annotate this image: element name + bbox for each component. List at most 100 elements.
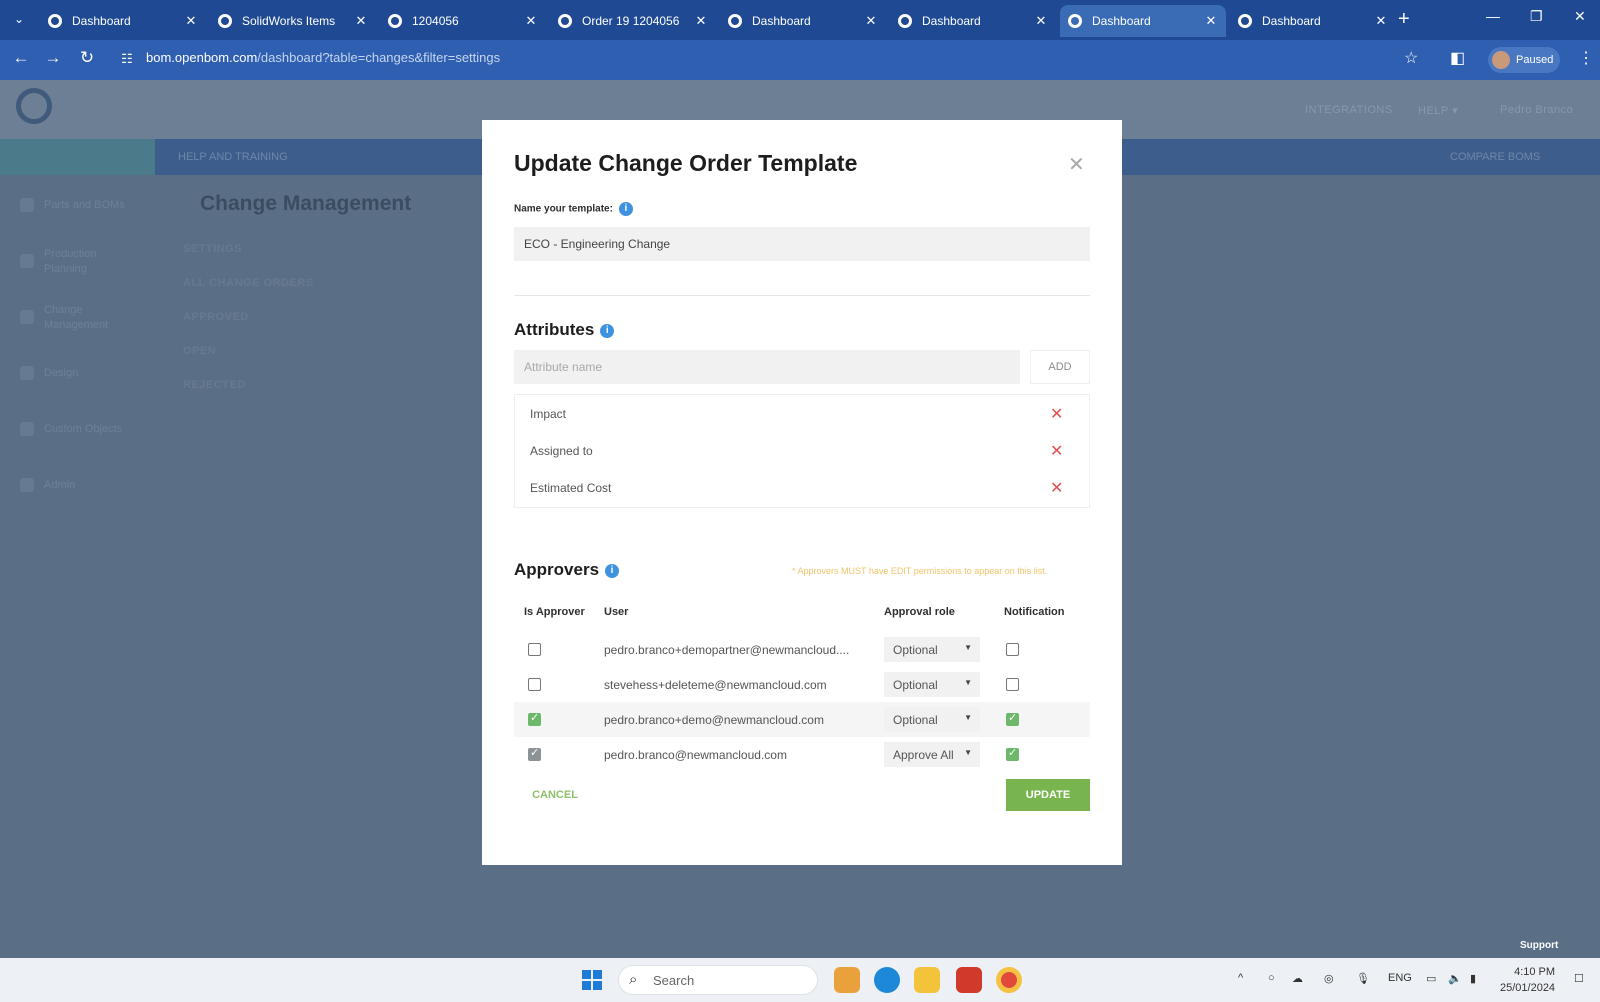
taskbar-search[interactable]: ⌕ Search xyxy=(618,965,818,995)
bookmark-star-icon[interactable]: ☆ xyxy=(1404,48,1418,68)
windows-start-icon[interactable] xyxy=(582,970,602,990)
cancel-button[interactable]: CANCEL xyxy=(514,779,596,811)
sidebar-item-custom-objects[interactable]: Custom Objects xyxy=(44,422,122,437)
address-bar[interactable]: bom.openbom.com/dashboard?table=changes&… xyxy=(146,50,500,65)
approval-role-select[interactable]: Approve All ▼ xyxy=(884,742,980,767)
forward-icon[interactable]: → xyxy=(42,48,64,68)
profile-button[interactable]: Paused xyxy=(1488,47,1560,73)
info-icon[interactable]: i xyxy=(618,202,633,216)
home-tab[interactable] xyxy=(0,139,155,175)
volume-icon[interactable]: 🔈 xyxy=(1448,972,1462,985)
browser-tab[interactable]: 1204056 ✕ xyxy=(380,5,546,37)
notification-checkbox[interactable] xyxy=(1006,746,1019,761)
sidebar-item-parts[interactable]: Parts and BOMs xyxy=(44,198,125,213)
remove-attribute-icon[interactable]: ✕ xyxy=(1050,441,1063,461)
update-button[interactable]: UPDATE xyxy=(1006,779,1090,811)
tab-close-icon[interactable]: ✕ xyxy=(1034,13,1048,29)
close-window-icon[interactable]: ✕ xyxy=(1574,8,1586,25)
support-button[interactable]: Support xyxy=(1520,940,1558,951)
attribute-name-input[interactable] xyxy=(514,350,1020,384)
tab-search-icon[interactable]: ⌄ xyxy=(8,8,30,30)
sidebar-item-change-management[interactable]: Change Management xyxy=(44,303,124,333)
help-menu[interactable]: HELP ▾ xyxy=(1418,104,1458,117)
side-panel-icon[interactable]: ◧ xyxy=(1450,48,1465,68)
tab-label: Dashboard xyxy=(1092,14,1151,28)
add-attribute-button[interactable]: ADD xyxy=(1030,350,1090,384)
approvers-heading: Approvers i xyxy=(514,560,620,580)
table-row: pedro.branco+demo@newmancloud.com Option… xyxy=(514,702,1090,737)
approval-role-select[interactable]: Optional ▼ xyxy=(884,707,980,732)
browser-tab[interactable]: Dashboard ✕ xyxy=(1230,5,1396,37)
nav-settings[interactable]: SETTINGS xyxy=(183,243,242,255)
nav-approved[interactable]: APPROVED xyxy=(183,311,249,323)
tab-close-icon[interactable]: ✕ xyxy=(694,13,708,29)
approval-role-select[interactable]: Optional ▼ xyxy=(884,637,980,662)
remove-attribute-icon[interactable]: ✕ xyxy=(1050,404,1063,424)
notification-checkbox[interactable] xyxy=(1006,678,1019,691)
new-tab-icon[interactable]: + xyxy=(1398,9,1410,29)
file-explorer-icon[interactable] xyxy=(914,967,940,993)
notification-checkbox[interactable] xyxy=(1006,643,1019,656)
caret-down-icon: ▼ xyxy=(964,748,972,757)
sidebar-item-design[interactable]: Design xyxy=(44,366,78,381)
browser-tab[interactable]: Dashboard ✕ xyxy=(1060,5,1226,37)
browser-tab[interactable]: Order 19 1204056 ✕ xyxy=(550,5,716,37)
tray-app-icon[interactable]: ○ xyxy=(1268,972,1275,984)
sidebar-item-planning[interactable]: Production Planning xyxy=(44,247,114,277)
restore-icon[interactable]: ❐ xyxy=(1530,8,1543,25)
info-icon[interactable]: i xyxy=(605,563,620,578)
template-name-input[interactable] xyxy=(514,227,1090,261)
reload-icon[interactable]: ↻ xyxy=(76,48,98,68)
browser-tab[interactable]: Dashboard ✕ xyxy=(40,5,206,37)
nav-all-change-orders[interactable]: ALL CHANGE ORDERS xyxy=(183,277,314,289)
compare-boms-link[interactable]: COMPARE BOMS xyxy=(1450,151,1540,163)
network-icon[interactable]: ▭ xyxy=(1426,972,1436,985)
microphone-icon[interactable]: 🎙 xyxy=(1356,972,1370,985)
tab-close-icon[interactable]: ✕ xyxy=(1204,13,1218,29)
edge-app-icon[interactable] xyxy=(874,967,900,993)
nav-rejected[interactable]: REJECTED xyxy=(183,379,246,391)
battery-icon[interactable]: ▮ xyxy=(1470,972,1476,985)
is-approver-checkbox[interactable] xyxy=(528,678,541,691)
notification-checkbox[interactable] xyxy=(1006,711,1019,726)
tab-close-icon[interactable]: ✕ xyxy=(864,13,878,29)
sidebar-item-admin[interactable]: Admin xyxy=(44,478,75,493)
tray-chrome-icon[interactable]: ◎ xyxy=(1324,972,1334,985)
approver-email: pedro.branco+demo@newmancloud.com xyxy=(604,713,824,727)
onedrive-icon[interactable]: ☁ xyxy=(1292,972,1303,985)
close-icon[interactable]: ✕ xyxy=(1068,152,1085,177)
is-approver-checkbox[interactable] xyxy=(528,746,541,761)
user-menu[interactable]: Pedro Branco xyxy=(1500,104,1573,116)
tray-chevron-icon[interactable]: ^ xyxy=(1238,972,1243,984)
notifications-icon[interactable]: ☐ xyxy=(1574,972,1584,985)
tab-close-icon[interactable]: ✕ xyxy=(354,13,368,29)
solidworks-app-icon[interactable] xyxy=(956,967,982,993)
openbom-logo[interactable] xyxy=(16,88,52,124)
is-approver-checkbox[interactable] xyxy=(528,711,541,726)
profile-label: Paused xyxy=(1516,54,1554,66)
tab-close-icon[interactable]: ✕ xyxy=(184,13,198,29)
language-indicator[interactable]: ENG xyxy=(1388,972,1412,984)
more-menu-icon[interactable]: ⋮ xyxy=(1578,48,1594,68)
nav-open[interactable]: OPEN xyxy=(183,345,216,357)
chrome-app-icon[interactable] xyxy=(996,967,1022,993)
minimize-icon[interactable]: — xyxy=(1486,8,1500,24)
tab-close-icon[interactable]: ✕ xyxy=(1374,13,1388,29)
browser-tab[interactable]: Dashboard ✕ xyxy=(720,5,886,37)
approval-role-select[interactable]: Optional ▼ xyxy=(884,672,980,697)
is-approver-checkbox[interactable] xyxy=(528,643,541,656)
change-icon xyxy=(20,310,34,324)
clock[interactable]: 4:10 PM 25/01/2024 xyxy=(1500,964,1555,996)
tab-close-icon[interactable]: ✕ xyxy=(524,13,538,29)
browser-tab[interactable]: Dashboard ✕ xyxy=(890,5,1056,37)
help-training-link[interactable]: HELP AND TRAINING xyxy=(178,151,288,163)
site-settings-icon[interactable]: ☷ xyxy=(116,51,138,67)
attribute-label: Assigned to xyxy=(530,444,593,458)
integrations-link[interactable]: INTEGRATIONS xyxy=(1305,104,1393,116)
favicon-icon xyxy=(388,14,402,28)
info-icon[interactable]: i xyxy=(600,323,615,338)
browser-tab[interactable]: SolidWorks Items ✕ xyxy=(210,5,376,37)
copilot-app-icon[interactable] xyxy=(834,967,860,993)
back-icon[interactable]: ← xyxy=(10,48,32,68)
remove-attribute-icon[interactable]: ✕ xyxy=(1050,478,1063,498)
